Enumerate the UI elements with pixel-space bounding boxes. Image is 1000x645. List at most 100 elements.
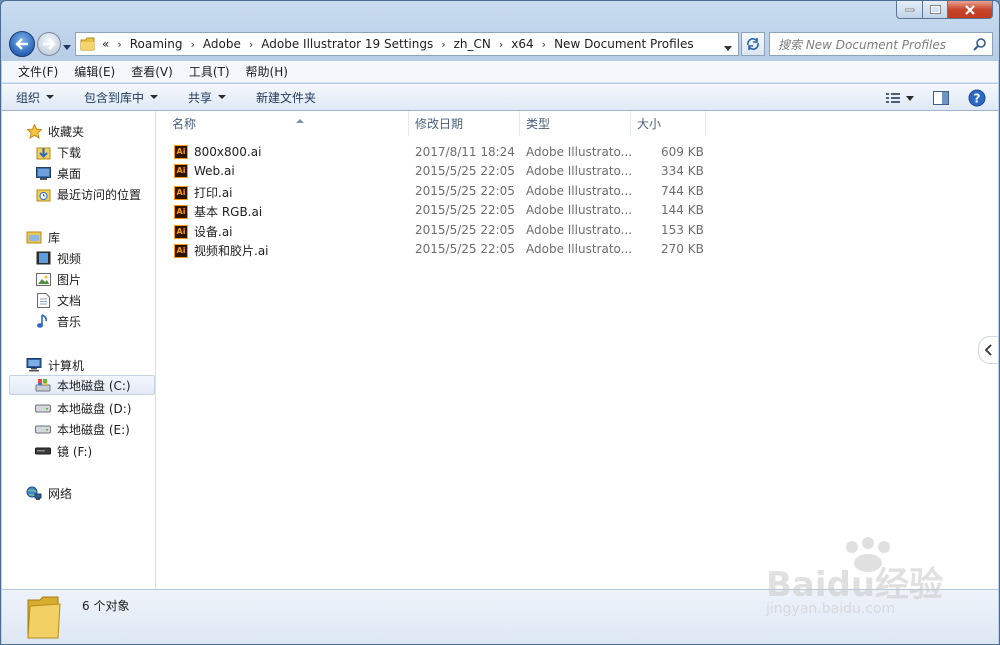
file-type: Adobe Illustrato... <box>526 145 633 159</box>
sidebar-item-label: 最近访问的位置 <box>57 187 142 202</box>
share-button[interactable]: 共享 <box>188 89 227 106</box>
minimize-button[interactable] <box>896 1 923 19</box>
sidebar-item-drive-e[interactable]: 本地磁盘 (E:) <box>35 419 130 439</box>
column-header-date[interactable]: 修改日期 <box>410 111 520 136</box>
sidebar-item-drive-d[interactable]: 本地磁盘 (D:) <box>35 398 131 418</box>
sidebar-favorites-label: 收藏夹 <box>48 124 85 139</box>
sidebar-item-music[interactable]: 音乐 <box>35 311 81 331</box>
file-row[interactable]: Ai 视频和胶片.ai 2015/5/25 22:05 Adobe Illustr… <box>157 240 717 259</box>
sidebar-libraries[interactable]: 库 <box>26 227 60 247</box>
breadcrumb-separator[interactable]: › <box>499 38 503 51</box>
sidebar-item-downloads[interactable]: 下载 <box>35 142 81 162</box>
illustrator-file-icon: Ai <box>174 145 188 159</box>
folder-icon <box>80 37 96 51</box>
view-options-dropdown[interactable] <box>904 88 916 108</box>
sidebar-item-label: 音乐 <box>57 314 82 329</box>
breadcrumb-overflow[interactable]: « <box>102 37 109 51</box>
new-folder-button[interactable]: 新建文件夹 <box>256 89 316 106</box>
menu-edit[interactable]: 编辑(E) <box>66 63 123 80</box>
include-in-library-button[interactable]: 包含到库中 <box>84 89 159 106</box>
breadcrumb-separator[interactable]: › <box>117 38 121 51</box>
search-placeholder: 搜索 New Document Profiles <box>778 37 947 52</box>
sidebar-item-drive-c[interactable]: 本地磁盘 (C:) <box>9 375 155 395</box>
sidebar-item-desktop[interactable]: 桌面 <box>35 163 81 183</box>
change-view-button[interactable] <box>882 88 904 108</box>
chevron-down-icon <box>724 46 732 51</box>
address-bar[interactable]: « › Roaming › Adobe › Adobe Illustrator … <box>75 32 739 56</box>
breadcrumb-separator[interactable]: › <box>249 38 253 51</box>
file-name-cell: Ai Web.ai <box>174 164 235 178</box>
chevron-down-icon <box>63 45 71 50</box>
minimize-icon <box>904 8 914 11</box>
menu-file[interactable]: 文件(F) <box>10 63 66 80</box>
help-button[interactable]: ? <box>966 88 988 108</box>
file-date: 2015/5/25 22:05 <box>415 242 515 256</box>
file-row[interactable]: Ai 800x800.ai 2017/8/11 18:24 Adobe Illus… <box>157 143 717 162</box>
search-box[interactable]: 搜索 New Document Profiles <box>769 32 993 56</box>
svg-text:?: ? <box>974 92 981 106</box>
maximize-button[interactable] <box>923 1 948 19</box>
illustrator-file-icon: Ai <box>174 204 188 219</box>
file-size: 334 KB <box>661 164 704 178</box>
breadcrumb-x64[interactable]: x64 <box>511 37 533 51</box>
address-history-dropdown[interactable] <box>724 40 732 54</box>
breadcrumb-illustrator-settings[interactable]: Adobe Illustrator 19 Settings <box>261 37 433 51</box>
breadcrumb-separator[interactable]: › <box>441 38 445 51</box>
library-icon <box>26 229 42 245</box>
sidebar-item-label: 镜 (F:) <box>57 444 93 459</box>
sidebar-item-drive-f[interactable]: 镜 (F:) <box>35 441 92 461</box>
file-name-cell: Ai 基本 RGB.ai <box>174 203 262 220</box>
file-size: 144 KB <box>661 203 704 217</box>
breadcrumb-new-document-profiles[interactable]: New Document Profiles <box>554 37 694 51</box>
sidebar-item-recent-places[interactable]: 最近访问的位置 <box>35 184 141 204</box>
downloads-folder-icon <box>35 144 51 160</box>
sidebar-item-label: 本地磁盘 (E:) <box>57 422 130 437</box>
back-button[interactable] <box>9 31 35 57</box>
recent-pages-dropdown[interactable] <box>63 39 71 53</box>
network-icon <box>26 485 42 501</box>
sidebar-computer[interactable]: 计算机 <box>26 355 84 375</box>
collapse-panel-button[interactable] <box>978 336 998 364</box>
details-pane: 6 个对象 <box>2 589 998 644</box>
arrow-left-icon <box>15 38 28 50</box>
star-icon <box>26 123 42 139</box>
forward-button[interactable] <box>37 32 61 56</box>
menu-view[interactable]: 查看(V) <box>123 63 181 80</box>
breadcrumb-zh-cn[interactable]: zh_CN <box>454 37 491 51</box>
navigation-bar: « › Roaming › Adobe › Adobe Illustrator … <box>7 29 993 57</box>
sidebar-network[interactable]: 网络 <box>26 483 72 503</box>
caption-buttons <box>896 1 993 19</box>
caret-down-icon <box>46 95 55 99</box>
column-header-size[interactable]: 大小 <box>632 111 706 136</box>
sidebar-item-label: 图片 <box>57 272 82 287</box>
file-row[interactable]: Ai Web.ai 2015/5/25 22:05 Adobe Illustrat… <box>157 162 717 181</box>
file-row[interactable]: Ai 设备.ai 2015/5/25 22:05 Adobe Illustrato… <box>157 221 717 240</box>
column-header-type[interactable]: 类型 <box>521 111 631 136</box>
sidebar-item-videos[interactable]: 视频 <box>35 248 81 268</box>
sidebar-item-pictures[interactable]: 图片 <box>35 269 81 289</box>
column-header-name[interactable]: 名称 <box>167 111 409 136</box>
menu-tools[interactable]: 工具(T) <box>181 63 238 80</box>
file-row[interactable]: Ai 打印.ai 2015/5/25 22:05 Adobe Illustrato… <box>157 182 717 201</box>
illustrator-file-icon: Ai <box>174 185 188 200</box>
navigation-pane: 收藏夹 下载 桌面 最近访问的位置 库 视频 图片 文档 音乐 计算机 本地磁盘… <box>2 111 156 589</box>
chevron-left-icon <box>984 344 992 356</box>
view-list-icon <box>886 93 900 103</box>
breadcrumb-roaming[interactable]: Roaming <box>130 37 183 51</box>
refresh-button[interactable] <box>741 32 765 56</box>
preview-pane-button[interactable] <box>930 88 952 108</box>
close-button[interactable] <box>948 1 993 19</box>
menu-help[interactable]: 帮助(H) <box>238 63 296 80</box>
command-bar: 组织 包含到库中 共享 新建文件夹 ? <box>2 84 998 111</box>
organize-button[interactable]: 组织 <box>16 89 55 106</box>
search-icon[interactable] <box>973 37 987 54</box>
explorer-window: « › Roaming › Adobe › Adobe Illustrator … <box>0 0 1000 645</box>
breadcrumb-adobe[interactable]: Adobe <box>203 37 241 51</box>
hard-drive-icon <box>35 421 51 437</box>
breadcrumb-separator[interactable]: › <box>191 38 195 51</box>
breadcrumb-separator[interactable]: › <box>542 38 546 51</box>
file-row[interactable]: Ai 基本 RGB.ai 2015/5/25 22:05 Adobe Illust… <box>157 201 717 220</box>
sidebar-favorites[interactable]: 收藏夹 <box>26 121 84 141</box>
column-header-label: 修改日期 <box>415 117 464 131</box>
sidebar-item-documents[interactable]: 文档 <box>35 290 81 310</box>
